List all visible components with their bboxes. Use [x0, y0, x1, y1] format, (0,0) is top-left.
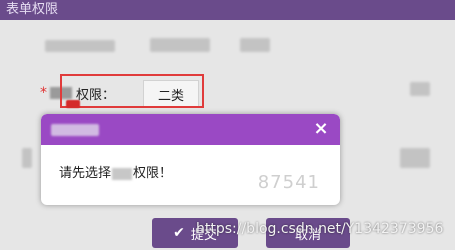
window-title: 表单权限: [6, 2, 59, 17]
blurred-text: [400, 148, 430, 168]
dialog-message-prefix: 请先选择: [59, 166, 112, 181]
dialog-header: ×: [41, 114, 340, 145]
faint-watermark: 87541: [257, 172, 320, 193]
masked-text: [50, 87, 72, 99]
watermark-text: https://blog.csdn.net/Y1342373956: [196, 221, 444, 237]
required-marker: *: [40, 85, 47, 101]
permission-select[interactable]: 二类: [143, 80, 199, 108]
permission-select-value: 二类: [157, 88, 184, 104]
close-icon[interactable]: ×: [310, 118, 332, 140]
window-titlebar: 表单权限: [0, 0, 455, 20]
red-marker: [66, 100, 80, 108]
blurred-text: [240, 38, 270, 52]
dialog-message: 请先选择 权限！: [59, 162, 172, 181]
permission-label: 权限：: [76, 87, 116, 103]
check-icon: ✔: [173, 225, 185, 241]
blurred-text: [410, 82, 430, 96]
blurred-text: [150, 38, 210, 52]
dialog-title-masked: [51, 124, 99, 136]
alert-dialog: × 请先选择 权限！ 87541: [41, 114, 340, 205]
blurred-text: [22, 148, 32, 168]
dialog-message-suffix: 权限！: [133, 166, 173, 181]
masked-text: [112, 167, 133, 180]
blurred-text: [45, 40, 115, 52]
